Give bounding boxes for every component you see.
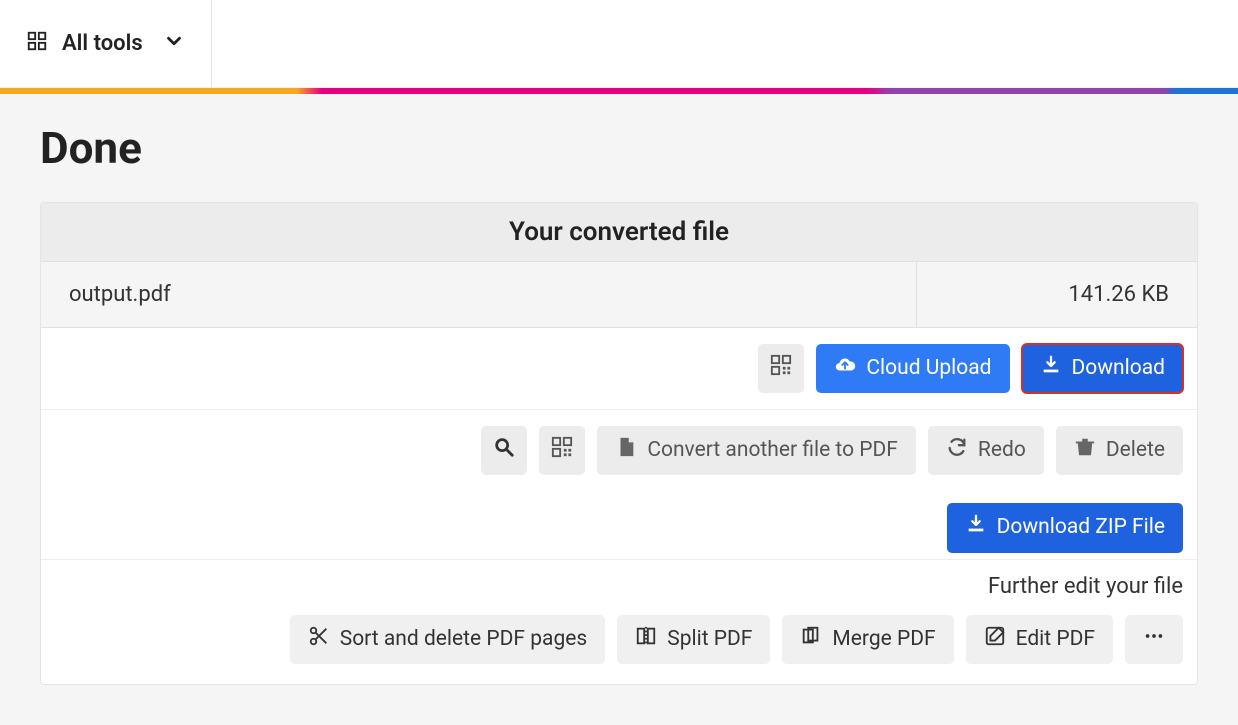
split-label: Split PDF <box>667 627 752 652</box>
cloud-upload-label: Cloud Upload <box>866 356 991 381</box>
delete-label: Delete <box>1106 438 1165 463</box>
zip-row: Download ZIP File <box>41 491 1197 552</box>
primary-actions: Cloud Upload Download <box>41 328 1197 410</box>
secondary-actions: Convert another file to PDF Redo Delete <box>41 410 1197 491</box>
edit-pdf-label: Edit PDF <box>1016 627 1095 652</box>
chevron-down-icon <box>163 30 185 58</box>
trash-icon <box>1074 436 1096 465</box>
convert-another-button[interactable]: Convert another file to PDF <box>597 426 916 475</box>
more-actions-button[interactable] <box>1125 615 1183 664</box>
convert-another-label: Convert another file to PDF <box>647 438 898 463</box>
qr-code-icon <box>770 354 792 383</box>
all-tools-toggle[interactable]: All tools <box>0 0 211 87</box>
search-icon <box>493 436 515 465</box>
split-pdf-button[interactable]: Split PDF <box>617 615 770 664</box>
qr-code-button-2[interactable] <box>539 426 585 475</box>
edit-icon <box>984 625 1006 654</box>
cloud-upload-icon <box>834 354 856 383</box>
file-size: 141.26 KB <box>917 262 1197 327</box>
file-name: output.pdf <box>41 262 917 327</box>
page-title: Done <box>40 122 1198 174</box>
file-icon <box>615 436 637 465</box>
search-button[interactable] <box>481 426 527 475</box>
vertical-divider <box>211 0 212 87</box>
top-bar: All tools <box>0 0 1238 88</box>
all-tools-label: All tools <box>62 31 143 56</box>
grid-icon <box>26 30 48 58</box>
merge-label: Merge PDF <box>832 627 935 652</box>
edit-pdf-button[interactable]: Edit PDF <box>966 615 1113 664</box>
edit-actions: Sort and delete PDF pages Split PDF Merg… <box>41 599 1197 684</box>
cloud-upload-button[interactable]: Cloud Upload <box>816 344 1009 393</box>
result-panel: Your converted file output.pdf 141.26 KB… <box>40 202 1198 685</box>
delete-button[interactable]: Delete <box>1056 426 1183 475</box>
sort-delete-label: Sort and delete PDF pages <box>340 627 588 652</box>
sort-delete-pages-button[interactable]: Sort and delete PDF pages <box>290 615 606 664</box>
download-button[interactable]: Download <box>1022 344 1184 393</box>
redo-icon <box>946 436 968 465</box>
qr-code-icon <box>551 436 573 465</box>
redo-label: Redo <box>978 438 1026 463</box>
merge-icon <box>800 625 822 654</box>
merge-pdf-button[interactable]: Merge PDF <box>782 615 953 664</box>
download-zip-label: Download ZIP File <box>997 515 1165 540</box>
panel-title: Your converted file <box>41 203 1197 262</box>
more-horizontal-icon <box>1143 625 1165 654</box>
redo-button[interactable]: Redo <box>928 426 1044 475</box>
download-label: Download <box>1072 356 1166 381</box>
qr-code-button[interactable] <box>758 344 804 393</box>
download-icon <box>1040 354 1062 383</box>
file-row: output.pdf 141.26 KB <box>41 262 1197 328</box>
download-icon <box>965 513 987 542</box>
download-zip-button[interactable]: Download ZIP File <box>947 503 1183 552</box>
page-body: Done Your converted file output.pdf 141.… <box>0 94 1238 725</box>
scissors-icon <box>308 625 330 654</box>
split-icon <box>635 625 657 654</box>
further-edit-label: Further edit your file <box>41 560 1197 599</box>
